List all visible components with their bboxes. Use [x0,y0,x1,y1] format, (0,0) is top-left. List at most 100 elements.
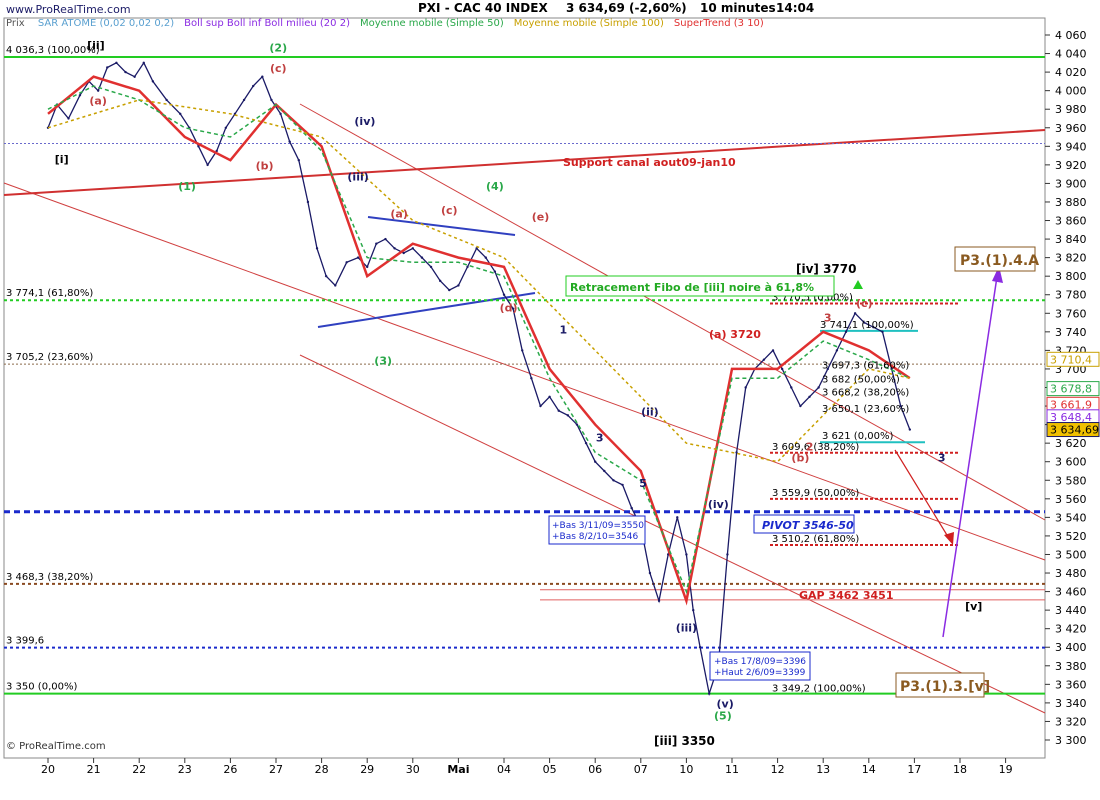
price-point [692,608,695,612]
price-point [530,377,533,380]
y-tick-label: 3 380 [1055,660,1087,673]
price-point [612,479,615,482]
price-point [165,98,168,102]
x-tick-label: 12 [771,763,785,776]
price-tag-label: 3 678,8 [1050,383,1092,396]
y-tick-label: 3 880 [1055,196,1087,209]
price-point [808,395,811,398]
price-point [324,274,328,278]
site-label[interactable]: www.ProRealTime.com [6,3,131,16]
y-tick-label: 3 300 [1055,734,1087,747]
wave-label: (d) [500,301,518,314]
wave-label: (b) [791,452,809,465]
price-point [657,599,661,603]
price-point [466,265,469,269]
price-point [648,571,652,575]
price-point [853,312,857,315]
x-tick-label: Mai [447,763,469,776]
fibo-label-right: 3 668,2 (38,20%) [822,387,909,398]
y-tick-label: 3 420 [1055,623,1087,636]
price-point [780,367,784,371]
price-point [448,288,451,292]
price-point [279,112,282,116]
wave-label: (iv) [354,115,375,128]
wave-label: [v] [965,600,982,613]
price-point [603,469,606,473]
bas-box-1-line: +Bas 8/2/10=3546 [552,532,638,542]
price-point [844,330,848,334]
pivot-label: PIVOT 3546-50 [762,519,854,532]
fibo-label-right: 3 697,3 (61,60%) [822,360,909,371]
price-point [835,349,839,352]
price-point [685,553,688,556]
indicator-legend-item[interactable]: Moyenne mobile (Simple 100) [514,18,664,29]
fibo-label-left: 3 774,1 (61,80%) [6,288,93,299]
support-label: Support canal aout09-jan10 [563,156,736,169]
price-point [334,284,337,287]
y-tick-label: 3 340 [1055,697,1087,710]
wave-label: (v) [717,698,734,711]
y-tick-label: 3 860 [1055,215,1087,228]
price-point [242,98,246,102]
x-tick-label: 29 [360,763,374,776]
price-point [630,506,633,510]
wave-label: 3 [596,431,604,444]
p3-top-label: P3.(1).4.A [960,253,1039,269]
wave-label: (a) [89,95,106,108]
price-tag-label: 3 710,4 [1050,353,1092,366]
wave-label: (c) [441,204,458,217]
y-tick-label: 3 920 [1055,159,1087,172]
indicator-legend-item[interactable]: SuperTrend (3 10) [674,18,764,29]
wave-label: [i] [55,153,69,166]
price-point [133,75,136,78]
price-point [224,126,228,129]
wave-label: (2) [269,42,287,55]
fibo-label-right: 3 682 (50,00%) [822,375,900,386]
last-price: 3 634,69 (-2,60%) [566,1,687,15]
wave-a-label: (a) 3720 [709,328,761,341]
y-tick-label: 3 440 [1055,604,1087,617]
price-point [771,349,775,352]
price-point [817,386,820,389]
price-point [484,256,487,259]
wave-label: (ii) [641,405,659,418]
y-tick-label: 3 320 [1055,715,1087,728]
wave-label: (iii) [347,171,368,184]
x-tick-label: 22 [132,763,146,776]
indicator-legend-item[interactable]: SAR ATOME (0,02 0,02 0,2) [38,18,174,29]
price-point [708,692,711,695]
wave-label: (iv) [708,498,729,511]
y-tick-label: 3 900 [1055,177,1087,190]
price-point [762,358,766,361]
wave-label: (1) [178,180,196,193]
fibo-label-left: 3 399,6 [6,636,44,647]
price-point [584,441,588,445]
price-point [521,349,524,352]
y-tick-label: 3 600 [1055,456,1087,469]
x-tick-label: 06 [588,763,602,776]
y-tick-label: 3 480 [1055,567,1087,580]
fibo-label-left: 3 350 (0,00%) [6,682,77,693]
price-point [566,414,570,417]
y-tick-label: 3 800 [1055,270,1087,283]
y-tick-label: 4 040 [1055,48,1087,61]
fibo-label-right: 3 609,6 (38,20%) [772,442,859,453]
y-tick-label: 3 500 [1055,548,1087,561]
price-point [261,75,264,78]
gap-label: GAP 3462 3451 [799,589,894,602]
y-tick-label: 3 580 [1055,474,1087,487]
price-point [151,80,155,83]
wave-label: 3 [938,452,946,465]
fibo-label-right: 3 621 (0,00%) [822,431,893,442]
y-tick-label: 3 980 [1055,103,1087,116]
indicator-legend-item[interactable]: Moyenne mobile (Simple 50) [360,18,504,29]
price-point [539,404,542,408]
x-tick-label: 23 [178,763,192,776]
indicator-legend-item[interactable]: Boll sup Boll inf Boll milieu (20 2) [184,18,350,29]
wave-label: (b) [256,160,274,173]
wave-iii-label: [iii] 3350 [654,734,715,748]
wave-label: 1 [559,324,567,337]
wave-label: (4) [486,180,504,193]
price-point [881,330,884,334]
y-tick-label: 3 780 [1055,289,1087,302]
